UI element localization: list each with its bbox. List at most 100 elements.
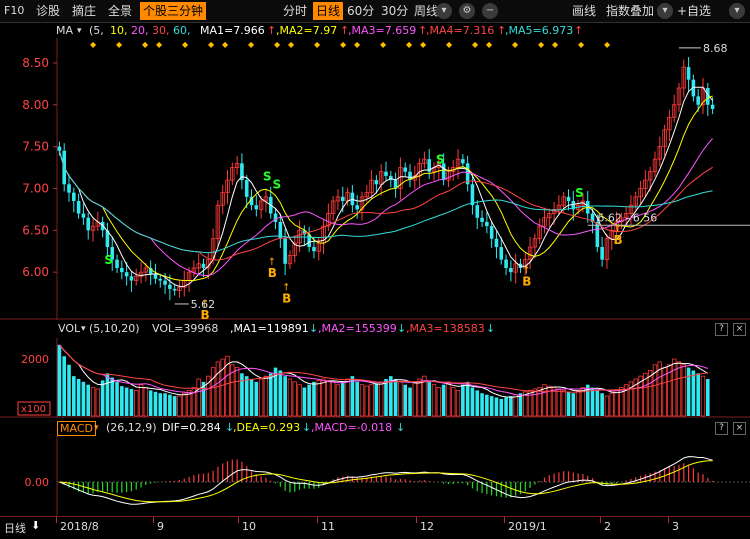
period-daily[interactable]: 日线	[313, 2, 344, 20]
vol-bar	[403, 384, 408, 416]
candle-body	[153, 273, 158, 279]
period-60min[interactable]: 60分	[347, 2, 374, 20]
vol-bar	[81, 381, 86, 416]
vol-close-icon[interactable]: ×	[733, 323, 746, 336]
vol-bar	[307, 384, 311, 416]
candle-body	[201, 263, 206, 268]
vol-ma3-arrow: ↓	[486, 322, 496, 335]
ma5-line	[58, 86, 713, 287]
sell-signal-marker: S	[263, 169, 272, 183]
vol-bar	[595, 390, 600, 416]
top-toolbar: F10 诊股 摘庄 全景 个股三分钟 分时 日线 60分 30分 周线 ▾ ⚙ …	[0, 0, 750, 23]
ma-label[interactable]: MA	[56, 23, 73, 39]
candle-body	[163, 280, 167, 285]
date-label-mar: 3	[668, 517, 679, 533]
vol-bar	[436, 387, 442, 417]
vol-bar	[446, 381, 451, 417]
event-diamond-icon: ◆	[116, 40, 123, 49]
vol-bar	[485, 394, 489, 416]
period-selector[interactable]: 日线	[4, 520, 26, 536]
vol-bar	[268, 373, 273, 416]
vol-label[interactable]: VOL	[58, 321, 80, 337]
candle-body	[403, 167, 408, 172]
vol-bar	[254, 381, 259, 416]
macd-close-icon[interactable]: ×	[733, 422, 746, 435]
candle-body	[115, 259, 119, 268]
period-30min[interactable]: 30分	[381, 2, 408, 20]
event-diamond-icon: ◆	[420, 40, 427, 49]
vol-dropdown-icon[interactable]: ▾	[81, 321, 86, 337]
high-price-label: 8.68	[703, 42, 728, 55]
vol-bar	[364, 385, 369, 417]
event-diamond-icon: ◆	[222, 40, 229, 49]
candle-body	[504, 259, 508, 268]
tool-three-minute[interactable]: 个股三分钟	[140, 2, 207, 20]
vol-bar	[470, 387, 475, 416]
gear-icon[interactable]: ⚙	[459, 3, 475, 19]
candle-body	[374, 180, 379, 185]
ma1-value: MA1=7.966	[200, 24, 265, 37]
vol-bar	[168, 394, 172, 416]
candle-body	[81, 213, 86, 218]
vol-bar	[134, 389, 139, 417]
menu-diagnose[interactable]: 诊股	[36, 2, 60, 20]
vol-bar	[172, 396, 177, 416]
candle-body	[470, 184, 475, 206]
period-intraday[interactable]: 分时	[283, 2, 307, 20]
candle-body	[158, 278, 163, 281]
price-tick-label: 7.00	[22, 181, 49, 195]
draw-line-button[interactable]: 画线	[572, 2, 596, 20]
macd-help-icon[interactable]: ?	[715, 422, 728, 435]
candle-body	[120, 267, 124, 273]
vol-bar	[566, 391, 571, 416]
watchlist-dropdown-icon[interactable]: ▾	[729, 3, 745, 19]
f10-button[interactable]: F10	[4, 2, 24, 20]
vol-bar	[427, 381, 432, 416]
period-dropdown-icon[interactable]: ▾	[436, 3, 452, 19]
vol-bar	[489, 396, 494, 416]
ma-dropdown-icon[interactable]: ▾	[77, 23, 82, 39]
overlay-dropdown-icon[interactable]: ▾	[657, 3, 673, 19]
menu-overview[interactable]: 全景	[108, 2, 132, 20]
macd-tick-label: 0.00	[25, 476, 50, 489]
vol-bar	[527, 389, 533, 417]
vol-bar	[138, 384, 144, 417]
buy-signal-marker: B	[614, 233, 623, 247]
vol-help-icon[interactable]: ?	[715, 323, 728, 336]
vol-bar	[705, 379, 710, 416]
macd-dropdown-icon[interactable]: ▾	[94, 420, 99, 436]
vol-bar	[196, 378, 201, 417]
price-chart[interactable]: 8.508.007.507.006.506.008.685.626.62 - 6…	[0, 38, 750, 320]
vol-bar	[575, 389, 581, 417]
vol-bar	[163, 393, 167, 416]
event-diamond-icon: ◆	[182, 40, 189, 49]
vol-tick-label: 2000	[21, 353, 49, 366]
vol-bar	[148, 390, 153, 416]
vol-bar	[86, 384, 91, 416]
macd-label[interactable]: MACD	[57, 421, 96, 436]
vol-bar	[115, 381, 119, 416]
vol-bar	[461, 384, 465, 416]
macd-chart[interactable]: 0.00	[0, 436, 750, 516]
index-overlay-button[interactable]: 指数叠加	[606, 2, 654, 20]
period-weekly[interactable]: 周线	[414, 2, 438, 20]
vol-bar	[475, 390, 480, 416]
ma-param-1: 10,	[110, 24, 128, 37]
vol-bar	[494, 397, 499, 416]
vol-bar	[355, 381, 359, 416]
vol-bar	[509, 396, 513, 416]
volume-chart[interactable]: 2000 x100	[0, 338, 750, 418]
add-watchlist-button[interactable]: +自选	[677, 2, 711, 20]
menu-catch-dealer[interactable]: 摘庄	[72, 2, 96, 20]
sell-signal-marker: S	[575, 186, 584, 200]
event-diamond-icon: ◆	[512, 40, 519, 49]
vol-bar	[384, 379, 388, 416]
vol-bar	[312, 381, 316, 416]
period-selector-arrow-icon[interactable]: ⬇	[31, 519, 40, 532]
vol-bar	[451, 387, 456, 417]
sell-signal-marker: S	[273, 178, 282, 192]
minus-icon[interactable]: −	[482, 3, 498, 19]
ma20-line	[58, 138, 713, 276]
vol-bar	[480, 393, 484, 416]
vol-bar	[537, 387, 542, 417]
